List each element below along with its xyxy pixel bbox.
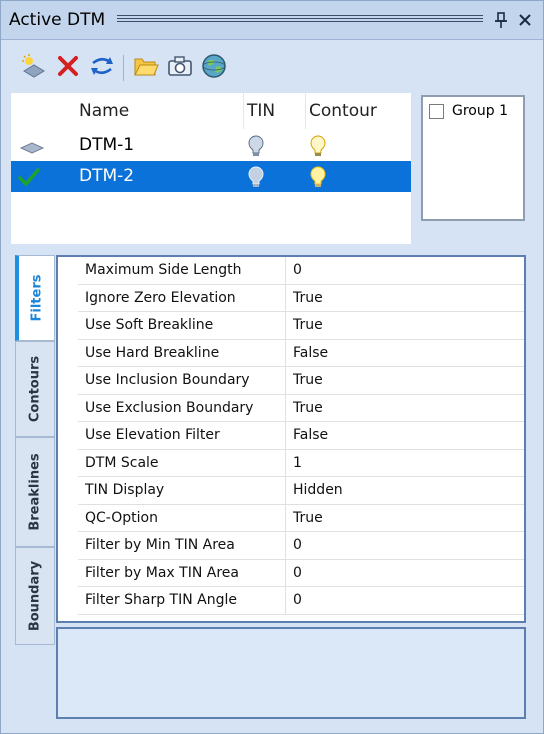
property-value[interactable]: False <box>285 339 524 367</box>
active-checkmark-icon <box>17 165 41 189</box>
active-dtm-panel: Active DTM Name TIN Contour DTM-1 DTM-2 … <box>0 0 544 734</box>
property-row[interactable]: Ignore Zero Elevation True <box>78 284 524 312</box>
tab-label: Breaklines <box>27 453 43 531</box>
tab-filters[interactable]: Filters <box>15 255 55 341</box>
tab-label: Contours <box>27 355 43 423</box>
property-value[interactable]: True <box>285 284 524 312</box>
group-list: Group 1 <box>421 95 525 221</box>
dtm-row-name: DTM-1 <box>79 135 135 155</box>
dtm-surface-icon <box>19 136 45 160</box>
contour-bulb-icon[interactable] <box>309 165 331 189</box>
title-bar[interactable]: Active DTM <box>1 1 543 40</box>
property-row[interactable]: Filter by Min TIN Area 0 <box>78 531 524 560</box>
dtm-list: Name TIN Contour DTM-1 DTM-2 <box>11 93 411 244</box>
property-value[interactable]: True <box>285 504 524 532</box>
dtm-row-name: DTM-2 <box>79 166 135 186</box>
property-name: Filter by Max TIN Area <box>78 559 286 587</box>
property-name: Use Hard Breakline <box>78 339 286 367</box>
tab-breaklines[interactable]: Breaklines <box>15 437 55 547</box>
property-value[interactable]: Hidden <box>285 476 524 505</box>
group-item[interactable]: Group 1 <box>429 103 508 119</box>
property-value[interactable]: 0 <box>285 531 524 560</box>
property-name: QC-Option <box>78 504 286 532</box>
property-row[interactable]: Use Elevation Filter False <box>78 421 524 450</box>
refresh-icon[interactable] <box>87 51 117 81</box>
property-row[interactable]: DTM Scale 1 <box>78 449 524 477</box>
property-name: Use Exclusion Boundary <box>78 394 286 422</box>
globe-icon[interactable] <box>199 51 229 81</box>
column-header-contour[interactable]: Contour <box>309 93 377 129</box>
open-folder-icon[interactable] <box>131 51 161 81</box>
group-checkbox[interactable] <box>429 103 444 119</box>
property-row[interactable]: QC-Option True <box>78 504 524 532</box>
property-value[interactable]: False <box>285 421 524 450</box>
property-name: TIN Display <box>78 476 286 505</box>
new-dtm-icon[interactable] <box>19 51 49 81</box>
tin-bulb-icon[interactable] <box>247 165 269 189</box>
pin-icon[interactable] <box>491 9 511 31</box>
property-name: Ignore Zero Elevation <box>78 284 286 312</box>
delete-icon[interactable] <box>53 51 83 81</box>
property-row[interactable]: Filter Sharp TIN Angle 0 <box>78 586 524 615</box>
tab-boundary[interactable]: Boundary <box>15 547 55 645</box>
property-row[interactable]: TIN Display Hidden <box>78 476 524 505</box>
property-value[interactable]: True <box>285 366 524 395</box>
column-divider <box>243 93 244 129</box>
camera-icon[interactable] <box>165 51 195 81</box>
property-row[interactable]: Use Inclusion Boundary True <box>78 366 524 395</box>
property-value[interactable]: 0 <box>285 559 524 587</box>
property-value[interactable]: 0 <box>285 257 524 285</box>
contour-bulb-icon[interactable] <box>309 134 331 158</box>
property-row[interactable]: Use Soft Breakline True <box>78 311 524 340</box>
property-row[interactable]: Use Hard Breakline False <box>78 339 524 367</box>
tab-label: Boundary <box>27 560 43 632</box>
drag-grip[interactable] <box>117 15 483 24</box>
property-grid: Maximum Side Length 0 Ignore Zero Elevatio… <box>56 255 526 623</box>
property-name: Use Inclusion Boundary <box>78 366 286 395</box>
property-name: Maximum Side Length <box>78 257 286 285</box>
property-value[interactable]: 1 <box>285 449 524 477</box>
column-header-name[interactable]: Name <box>79 93 129 129</box>
tin-bulb-icon[interactable] <box>247 134 269 158</box>
property-tabs: Filters Contours Breaklines Boundary <box>15 255 57 645</box>
property-value[interactable]: True <box>285 394 524 422</box>
column-header-tin[interactable]: TIN <box>247 93 275 129</box>
property-row[interactable]: Filter by Max TIN Area 0 <box>78 559 524 587</box>
property-row[interactable]: Use Exclusion Boundary True <box>78 394 524 422</box>
property-name: Filter by Min TIN Area <box>78 531 286 560</box>
toolbar-separator <box>123 55 124 81</box>
property-name: Use Soft Breakline <box>78 311 286 340</box>
close-icon[interactable] <box>515 9 535 31</box>
description-pane <box>56 627 526 719</box>
property-value[interactable]: 0 <box>285 586 524 615</box>
tab-contours[interactable]: Contours <box>15 341 55 437</box>
property-name: Filter Sharp TIN Angle <box>78 586 286 615</box>
property-value[interactable]: True <box>285 311 524 340</box>
dtm-row-1[interactable]: DTM-1 <box>11 130 411 161</box>
property-name: Use Elevation Filter <box>78 421 286 450</box>
group-label: Group 1 <box>452 103 508 119</box>
tab-label: Filters <box>29 274 44 322</box>
panel-title: Active DTM <box>9 10 106 30</box>
dtm-row-2[interactable]: DTM-2 <box>11 161 411 192</box>
property-row[interactable]: Maximum Side Length 0 <box>78 257 524 285</box>
property-table: Maximum Side Length 0 Ignore Zero Elevatio… <box>78 257 524 615</box>
property-name: DTM Scale <box>78 449 286 477</box>
column-divider <box>305 93 306 129</box>
